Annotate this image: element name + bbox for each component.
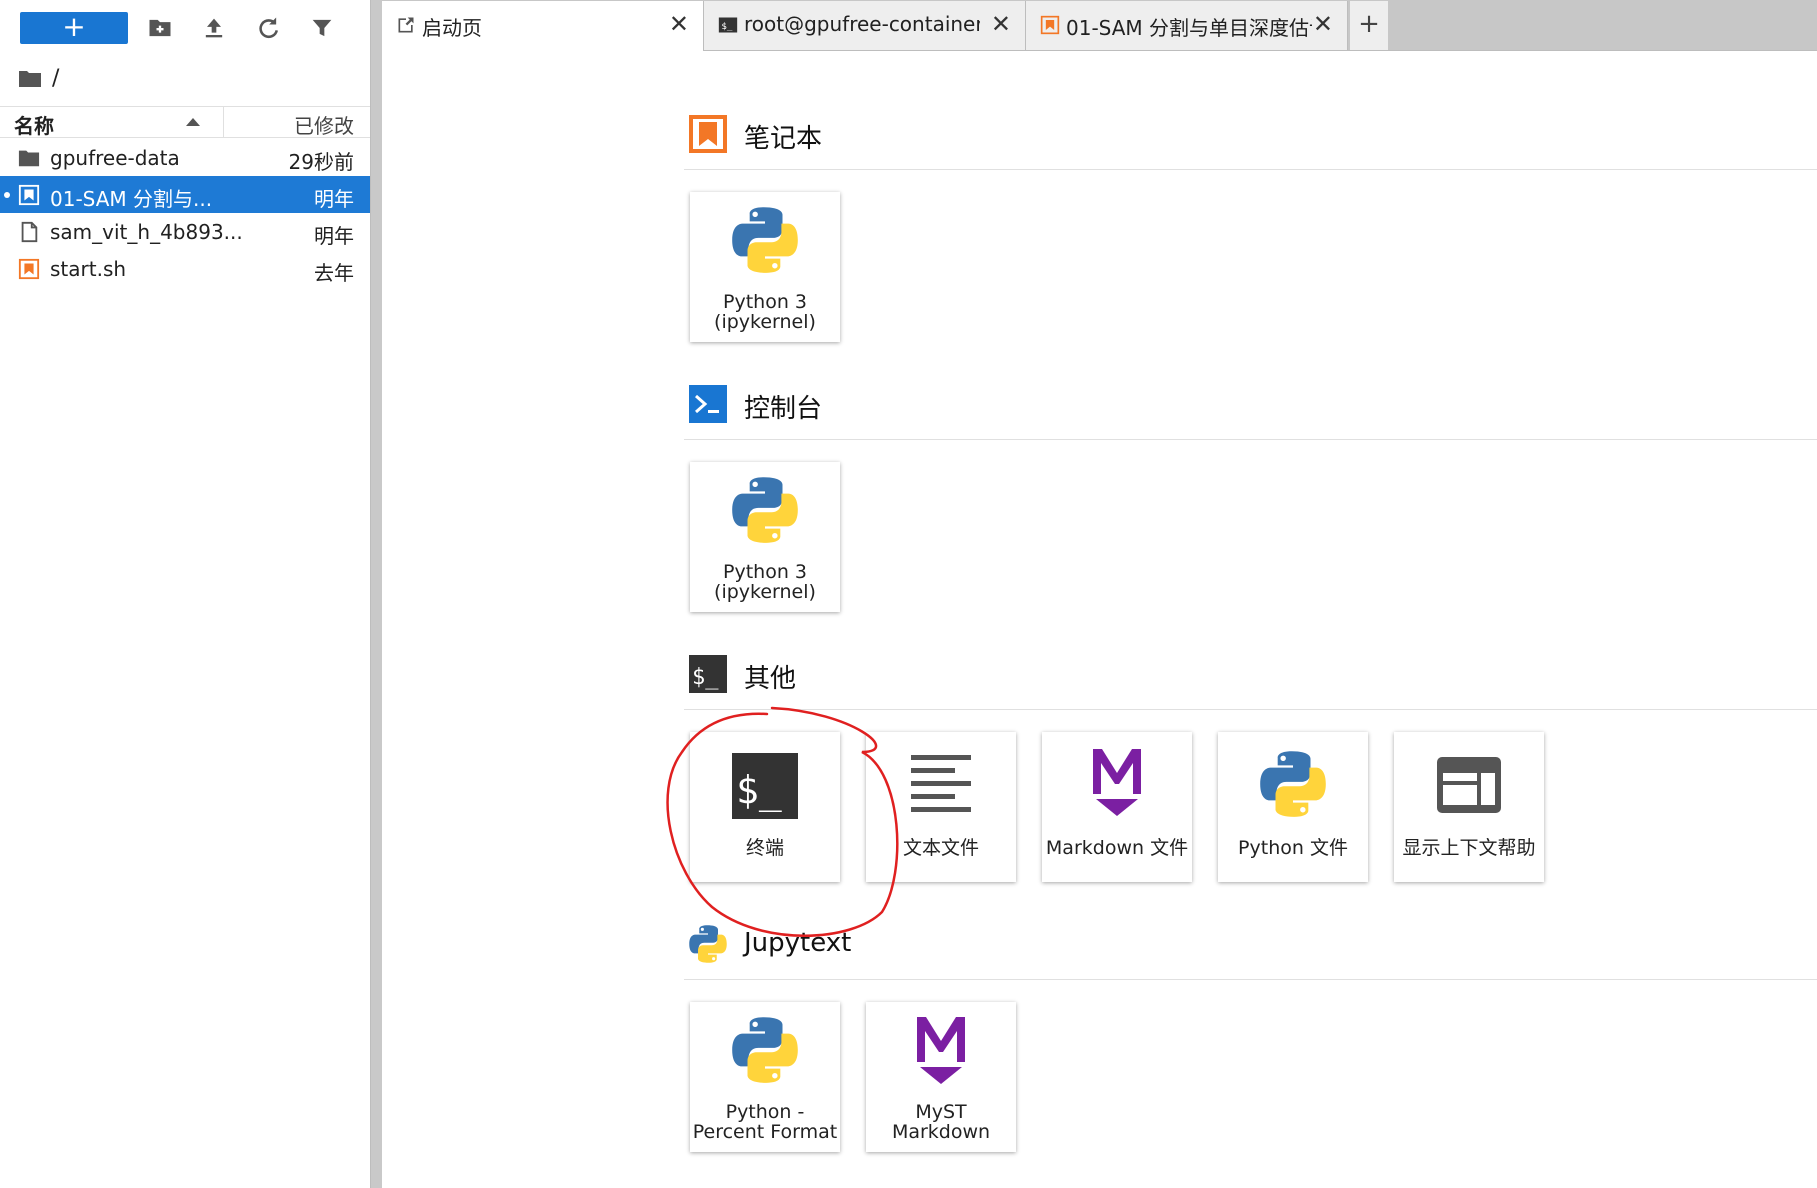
file-modified: 明年	[314, 224, 354, 248]
close-icon[interactable]: ✕	[1313, 10, 1333, 38]
context-help-icon	[1437, 757, 1501, 813]
notebook-section-icon	[689, 115, 727, 153]
red-annotation-circle	[666, 706, 899, 937]
svg-text:$_: $_	[721, 21, 733, 32]
sort-ascending-icon	[186, 118, 200, 126]
file-name: gpufree-data	[50, 146, 180, 170]
card-label: Python 3 (ipykernel)	[714, 291, 816, 333]
tab-label: 01-SAM 分割与单目深度估计	[1066, 16, 1312, 40]
card-label: 文本文件	[902, 837, 979, 859]
section-title: Jupytext	[744, 928, 852, 958]
card-myst-markdown[interactable]: MyST Markdown	[866, 1002, 1016, 1152]
folder-icon[interactable]	[18, 68, 42, 88]
file-browser: + / 名称 已修改 gpufree-data 29秒前 01-SAM 分割与.…	[0, 0, 370, 1188]
tab-bar: 启动页 ✕ $_ root@gpufree-container: ~ ✕ 01-…	[382, 0, 1817, 51]
card-label: 显示上下文帮助	[1402, 837, 1536, 859]
upload-icon[interactable]	[200, 14, 228, 42]
launcher-panel: 笔记本 Python 3 (ipykernel) 控制台 Python 3 (ipy…	[382, 52, 1817, 1188]
file-icon	[21, 221, 38, 243]
running-indicator	[4, 192, 10, 198]
file-name: start.sh	[50, 257, 127, 281]
file-modified: 明年	[314, 187, 354, 211]
file-browser-toolbar: +	[0, 0, 370, 56]
filter-icon[interactable]	[308, 14, 336, 42]
card-label: MyST Markdown	[891, 1101, 991, 1143]
card-python-percent-format[interactable]: Python - Percent Format	[690, 1002, 840, 1152]
file-modified: 29秒前	[288, 150, 354, 174]
python-icon	[732, 207, 798, 273]
tab-launcher[interactable]: 启动页 ✕	[382, 1, 704, 51]
card-label: Python 3 (ipykernel)	[714, 561, 816, 603]
notebook-icon	[18, 184, 40, 206]
column-divider[interactable]	[223, 107, 224, 137]
modified-column-header[interactable]: 已修改	[294, 110, 354, 139]
section-title: 其他	[744, 664, 797, 694]
other-section-icon: $_	[689, 655, 727, 693]
breadcrumb: /	[18, 64, 59, 92]
tab-label: 启动页	[422, 16, 482, 40]
card-markdown-file[interactable]: Markdown 文件	[1042, 732, 1192, 882]
file-modified: 去年	[314, 261, 354, 285]
new-folder-icon[interactable]	[146, 14, 174, 42]
file-name: 01-SAM 分割与...	[50, 187, 213, 211]
markdown-icon	[917, 1017, 965, 1084]
card-text-file[interactable]: 文本文件	[866, 732, 1016, 882]
python-icon	[732, 477, 798, 543]
section-title: 控制台	[744, 394, 823, 424]
card-terminal[interactable]: $_ 终端	[690, 732, 840, 882]
card-label: 终端	[745, 837, 784, 859]
file-name: sam_vit_h_4b893...	[50, 220, 243, 244]
notebook-icon	[1040, 15, 1060, 35]
section-divider	[684, 709, 1817, 710]
section-divider	[684, 979, 1817, 980]
terminal-icon: $_	[732, 753, 798, 819]
tab-label: root@gpufree-container: ~	[744, 12, 980, 36]
card-notebook-python3[interactable]: Python 3 (ipykernel)	[690, 192, 840, 342]
close-icon[interactable]: ✕	[991, 10, 1011, 38]
python-icon	[1260, 751, 1326, 817]
card-context-help[interactable]: 显示上下文帮助	[1394, 732, 1544, 882]
terminal-icon: $_	[718, 17, 738, 33]
python-icon	[732, 1017, 798, 1083]
card-label: Python 文件	[1238, 837, 1348, 859]
card-console-python3[interactable]: Python 3 (ipykernel)	[690, 462, 840, 612]
jupytext-section-icon	[689, 925, 727, 963]
name-column-header[interactable]: 名称	[14, 110, 54, 139]
card-label: Markdown 文件	[1045, 837, 1189, 859]
text-file-icon	[911, 755, 971, 812]
file-list-header: 名称 已修改	[0, 106, 370, 138]
close-icon[interactable]: ✕	[669, 10, 689, 38]
card-label: Python - Percent Format	[692, 1101, 838, 1143]
tab-terminal[interactable]: $_ root@gpufree-container: ~ ✕	[704, 1, 1026, 50]
section-title: 笔记本	[744, 124, 823, 154]
svg-text:$_: $_	[692, 665, 719, 690]
file-row-sam-vit[interactable]: sam_vit_h_4b893... 明年	[0, 213, 370, 250]
sidebar-splitter[interactable]	[370, 0, 382, 1188]
file-row-gpufree-data[interactable]: gpufree-data 29秒前	[0, 139, 370, 176]
file-row-notebook-selected[interactable]: 01-SAM 分割与... 明年	[0, 176, 370, 213]
refresh-icon[interactable]	[254, 14, 282, 42]
card-python-file[interactable]: Python 文件	[1218, 732, 1368, 882]
file-row-start-sh[interactable]: start.sh 去年	[0, 250, 370, 287]
svg-text:$_: $_	[736, 768, 782, 813]
tab-notebook[interactable]: 01-SAM 分割与单目深度估计 ✕	[1026, 1, 1348, 50]
section-divider	[684, 169, 1817, 170]
launcher-icon	[398, 17, 414, 33]
script-icon	[18, 258, 40, 280]
section-divider	[684, 439, 1817, 440]
folder-icon	[18, 150, 40, 167]
breadcrumb-root[interactable]: /	[52, 66, 59, 91]
console-section-icon	[689, 385, 727, 423]
new-launcher-button[interactable]: +	[20, 12, 128, 44]
add-tab-button[interactable]: +	[1350, 1, 1388, 50]
markdown-icon	[1093, 749, 1141, 816]
